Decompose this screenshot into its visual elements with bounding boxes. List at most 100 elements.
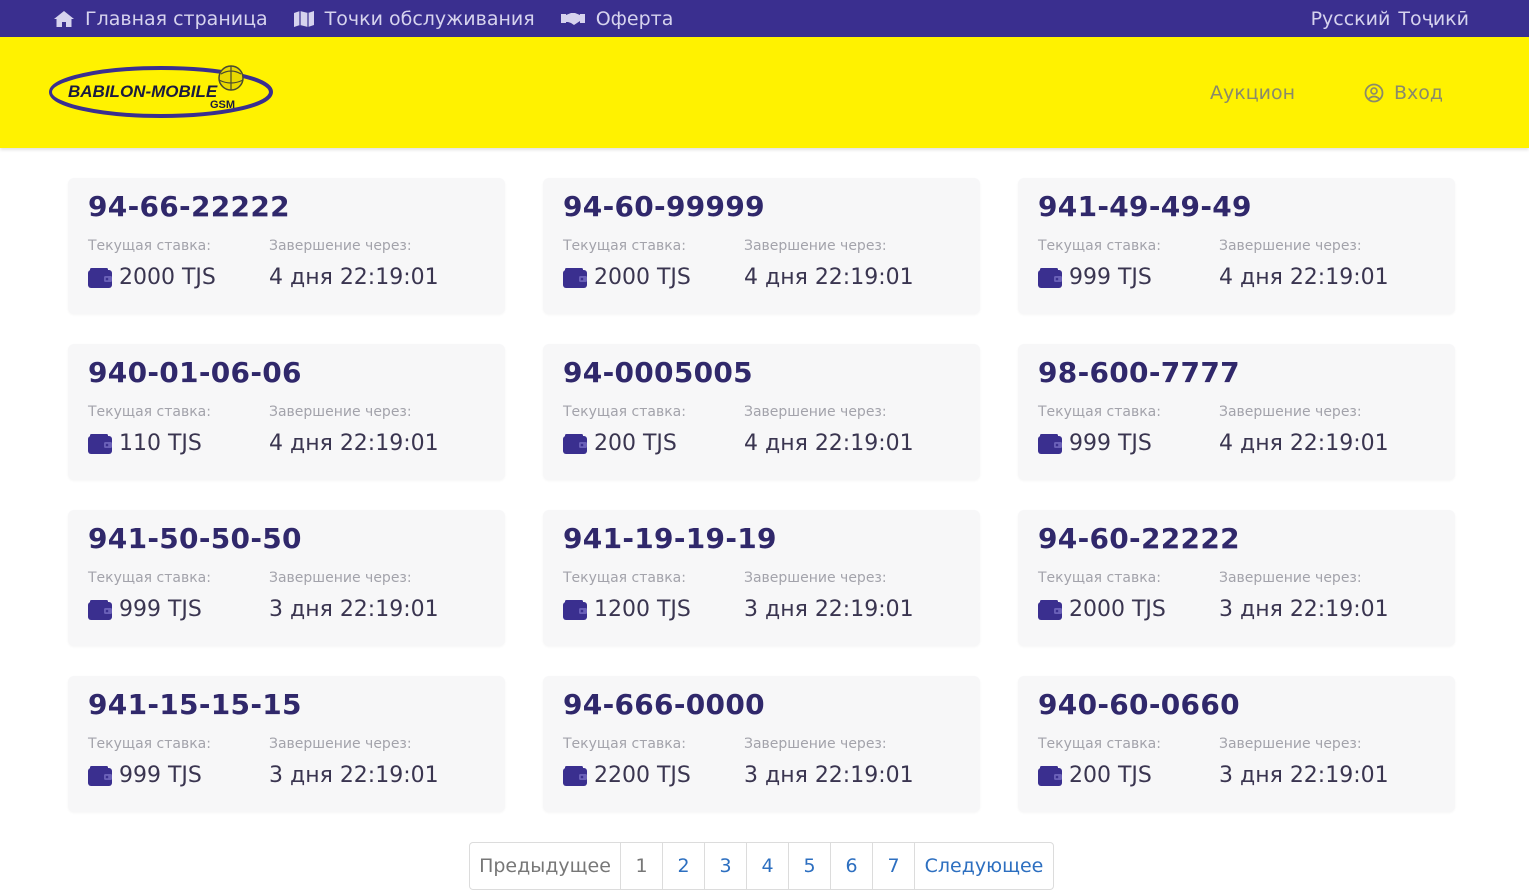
current-bid: 2000 TJS	[1038, 597, 1166, 622]
pagination-next[interactable]: Следующее	[914, 843, 1053, 889]
lot-card[interactable]: 94-0005005 Текущая ставка: Завершение чере…	[543, 344, 980, 480]
ends-in-value: 3 дня 22:19:01	[744, 763, 914, 788]
lot-card[interactable]: 98-600-7777 Текущая ставка: Завершение чер…	[1018, 344, 1455, 480]
lot-card[interactable]: 94-60-22222 Текущая ставка: Завершение чер…	[1018, 510, 1455, 646]
pagination-page-1[interactable]: 1	[620, 843, 662, 889]
lot-number[interactable]: 940-60-0660	[1038, 688, 1240, 721]
current-bid-value: 2200 TJS	[594, 763, 691, 788]
pagination-page-6[interactable]: 6	[830, 843, 872, 889]
ends-in: 3 дня 22:19:01	[269, 763, 439, 788]
current-bid: 1200 TJS	[563, 597, 691, 622]
lot-card[interactable]: 94-666-0000 Текущая ставка: Завершение чер…	[543, 676, 980, 812]
ends-in-value: 3 дня 22:19:01	[744, 597, 914, 622]
current-bid-label: Текущая ставка:	[88, 570, 211, 586]
babilon-mobile-logo[interactable]: BABILON-MOBILE GSM	[48, 62, 276, 122]
lot-number[interactable]: 94-60-99999	[563, 190, 765, 223]
ends-in-label: Завершение через:	[269, 238, 412, 254]
wallet-icon	[1038, 433, 1062, 454]
ends-in: 4 дня 22:19:01	[269, 431, 439, 456]
site-header: BABILON-MOBILE GSM Аукцион Вход	[0, 37, 1529, 148]
auction-link[interactable]: Аукцион	[1210, 37, 1295, 148]
wallet-icon	[563, 765, 587, 786]
ends-in-label: Завершение через:	[1219, 736, 1362, 752]
pagination-page-5[interactable]: 5	[788, 843, 830, 889]
ends-in-label: Завершение через:	[1219, 238, 1362, 254]
lot-number[interactable]: 94-66-22222	[88, 190, 290, 223]
lot-card[interactable]: 940-01-06-06 Текущая ставка: Завершение че…	[68, 344, 505, 480]
current-bid: 2000 TJS	[88, 265, 216, 290]
ends-in-label: Завершение через:	[744, 238, 887, 254]
ends-in: 3 дня 22:19:01	[1219, 597, 1389, 622]
ends-in-value: 4 дня 22:19:01	[269, 265, 439, 290]
nav-offer-label: Оферта	[595, 7, 674, 30]
lot-number[interactable]: 94-60-22222	[1038, 522, 1240, 555]
lot-number[interactable]: 98-600-7777	[1038, 356, 1240, 389]
auction-label: Аукцион	[1210, 81, 1296, 104]
lot-number[interactable]: 941-19-19-19	[563, 522, 777, 555]
current-bid-label: Текущая ставка:	[1038, 238, 1161, 254]
current-bid-value: 1200 TJS	[594, 597, 691, 622]
current-bid-value: 999 TJS	[119, 763, 202, 788]
pagination-page-7[interactable]: 7	[872, 843, 914, 889]
handshake-icon	[560, 12, 585, 25]
wallet-icon	[88, 433, 112, 454]
lot-card[interactable]: 940-60-0660 Текущая ставка: Завершение чер…	[1018, 676, 1455, 812]
current-bid: 999 TJS	[1038, 265, 1152, 290]
current-bid-value: 999 TJS	[1069, 265, 1152, 290]
nav-home-label: Главная страница	[85, 7, 268, 30]
pagination-page-4[interactable]: 4	[746, 843, 788, 889]
current-bid-label: Текущая ставка:	[88, 238, 211, 254]
lot-card[interactable]: 941-19-19-19 Текущая ставка: Завершение че…	[543, 510, 980, 646]
pagination-page-2[interactable]: 2	[662, 843, 704, 889]
wallet-icon	[1038, 765, 1062, 786]
lot-number[interactable]: 94-666-0000	[563, 688, 765, 721]
lot-number[interactable]: 941-15-15-15	[88, 688, 302, 721]
lot-card[interactable]: 941-50-50-50 Текущая ставка: Завершение че…	[68, 510, 505, 646]
lot-card[interactable]: 94-66-22222 Текущая ставка: Завершение чер…	[68, 178, 505, 314]
ends-in-label: Завершение через:	[269, 570, 412, 586]
ends-in: 3 дня 22:19:01	[269, 597, 439, 622]
lang-russian[interactable]: Русский	[1311, 8, 1391, 30]
nav-home[interactable]: Главная страница	[53, 8, 268, 30]
current-bid-value: 999 TJS	[119, 597, 202, 622]
current-bid-label: Текущая ставка:	[563, 404, 686, 420]
current-bid: 2000 TJS	[563, 265, 691, 290]
pagination-page-3[interactable]: 3	[704, 843, 746, 889]
home-icon	[54, 10, 74, 27]
ends-in-value: 4 дня 22:19:01	[1219, 265, 1389, 290]
login-link[interactable]: Вход	[1364, 37, 1443, 148]
ends-in: 4 дня 22:19:01	[1219, 265, 1389, 290]
current-bid-label: Текущая ставка:	[88, 736, 211, 752]
lot-card[interactable]: 94-60-99999 Текущая ставка: Завершение чер…	[543, 178, 980, 314]
ends-in: 4 дня 22:19:01	[1219, 431, 1389, 456]
lang-tajik[interactable]: Тоҷикӣ	[1398, 8, 1469, 30]
current-bid-value: 200 TJS	[594, 431, 677, 456]
current-bid-label: Текущая ставка:	[563, 570, 686, 586]
ends-in-value: 3 дня 22:19:01	[269, 597, 439, 622]
lot-card[interactable]: 941-49-49-49 Текущая ставка: Завершение че…	[1018, 178, 1455, 314]
wallet-icon	[1038, 267, 1062, 288]
ends-in-value: 3 дня 22:19:01	[1219, 763, 1389, 788]
wallet-icon	[88, 599, 112, 620]
lot-card[interactable]: 941-15-15-15 Текущая ставка: Завершение че…	[68, 676, 505, 812]
ends-in-value: 3 дня 22:19:01	[269, 763, 439, 788]
ends-in-value: 3 дня 22:19:01	[1219, 597, 1389, 622]
ends-in: 3 дня 22:19:01	[744, 763, 914, 788]
ends-in-label: Завершение через:	[744, 570, 887, 586]
current-bid-label: Текущая ставка:	[1038, 570, 1161, 586]
wallet-icon	[563, 433, 587, 454]
nav-offer[interactable]: Оферта	[560, 7, 674, 30]
current-bid: 999 TJS	[88, 763, 202, 788]
nav-service-points[interactable]: Точки обслуживания	[293, 8, 535, 30]
pagination-prev[interactable]: Предыдущее	[470, 843, 620, 889]
lot-number[interactable]: 941-49-49-49	[1038, 190, 1252, 223]
current-bid: 110 TJS	[88, 431, 202, 456]
ends-in: 4 дня 22:19:01	[744, 265, 914, 290]
lot-number[interactable]: 94-0005005	[563, 356, 753, 389]
wallet-icon	[1038, 599, 1062, 620]
current-bid-label: Текущая ставка:	[563, 238, 686, 254]
ends-in: 4 дня 22:19:01	[744, 431, 914, 456]
wallet-icon	[88, 267, 112, 288]
lot-number[interactable]: 940-01-06-06	[88, 356, 302, 389]
lot-number[interactable]: 941-50-50-50	[88, 522, 302, 555]
